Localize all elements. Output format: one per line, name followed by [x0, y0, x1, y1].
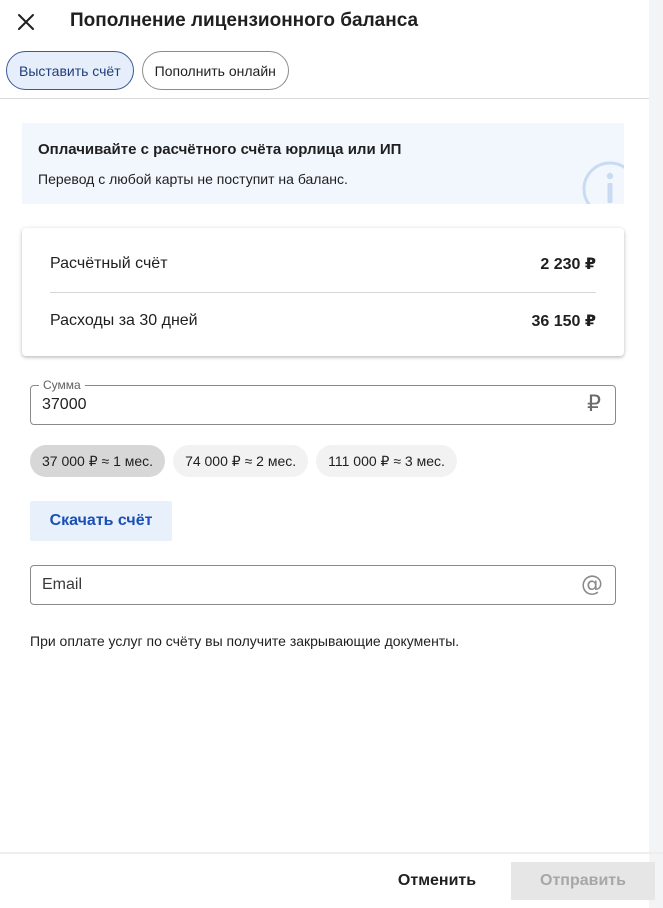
amount-input[interactable]: [42, 386, 562, 424]
payment-method-tabs: Выставить счёт Пополнить онлайн: [6, 51, 289, 90]
tab-invoice[interactable]: Выставить счёт: [6, 51, 134, 90]
tab-pay-online[interactable]: Пополнить онлайн: [141, 51, 289, 90]
banner-title: Оплачивайте с расчётного счёта юрлица ил…: [38, 141, 402, 158]
amount-chip-2-months[interactable]: 74 000 ₽ ≈ 2 мес.: [173, 445, 309, 477]
footer-divider: [0, 852, 663, 854]
banner-text: Перевод с любой карты не поступит на бал…: [38, 171, 348, 187]
at-icon: @: [581, 572, 603, 597]
info-icon: [582, 161, 624, 204]
top-up-panel: Пополнение лицензионного баланса Выстави…: [0, 0, 663, 908]
cancel-button[interactable]: Отменить: [384, 862, 490, 900]
info-banner: Оплачивайте с расчётного счёта юрлица ил…: [22, 123, 624, 204]
expenses-value: 36 150 ₽: [531, 313, 596, 330]
email-field: @: [30, 565, 616, 605]
panel-header: Пополнение лицензионного баланса: [0, 0, 649, 44]
amount-chip-3-months[interactable]: 111 000 ₽ ≈ 3 мес.: [316, 445, 457, 477]
page-title: Пополнение лицензионного баланса: [70, 10, 419, 31]
ruble-icon: ₽: [587, 392, 601, 417]
download-invoice-button[interactable]: Скачать счёт: [30, 501, 172, 541]
panel-scroll-edge: [649, 0, 663, 908]
balance-row-expenses: Расходы за 30 дней 36 150 ₽: [50, 311, 596, 331]
close-button[interactable]: [12, 8, 40, 36]
amount-presets: 37 000 ₽ ≈ 1 мес. 74 000 ₽ ≈ 2 мес. 111 …: [30, 445, 457, 477]
balance-row-account: Расчётный счёт 2 230 ₽: [50, 254, 596, 274]
balance-label: Расчётный счёт: [50, 255, 168, 272]
close-icon: [18, 14, 34, 30]
amount-chip-1-month[interactable]: 37 000 ₽ ≈ 1 мес.: [30, 445, 166, 477]
documents-note: При оплате услуг по счёту вы получите за…: [30, 633, 460, 649]
expenses-label: Расходы за 30 дней: [50, 312, 198, 329]
amount-field: Сумма ₽: [30, 377, 616, 425]
balance-card: Расчётный счёт 2 230 ₽ Расходы за 30 дне…: [22, 228, 624, 356]
submit-button[interactable]: Отправить: [511, 862, 655, 900]
card-divider: [50, 292, 596, 293]
balance-value: 2 230 ₽: [540, 256, 596, 273]
email-input[interactable]: [42, 566, 562, 604]
header-divider: [0, 98, 649, 99]
